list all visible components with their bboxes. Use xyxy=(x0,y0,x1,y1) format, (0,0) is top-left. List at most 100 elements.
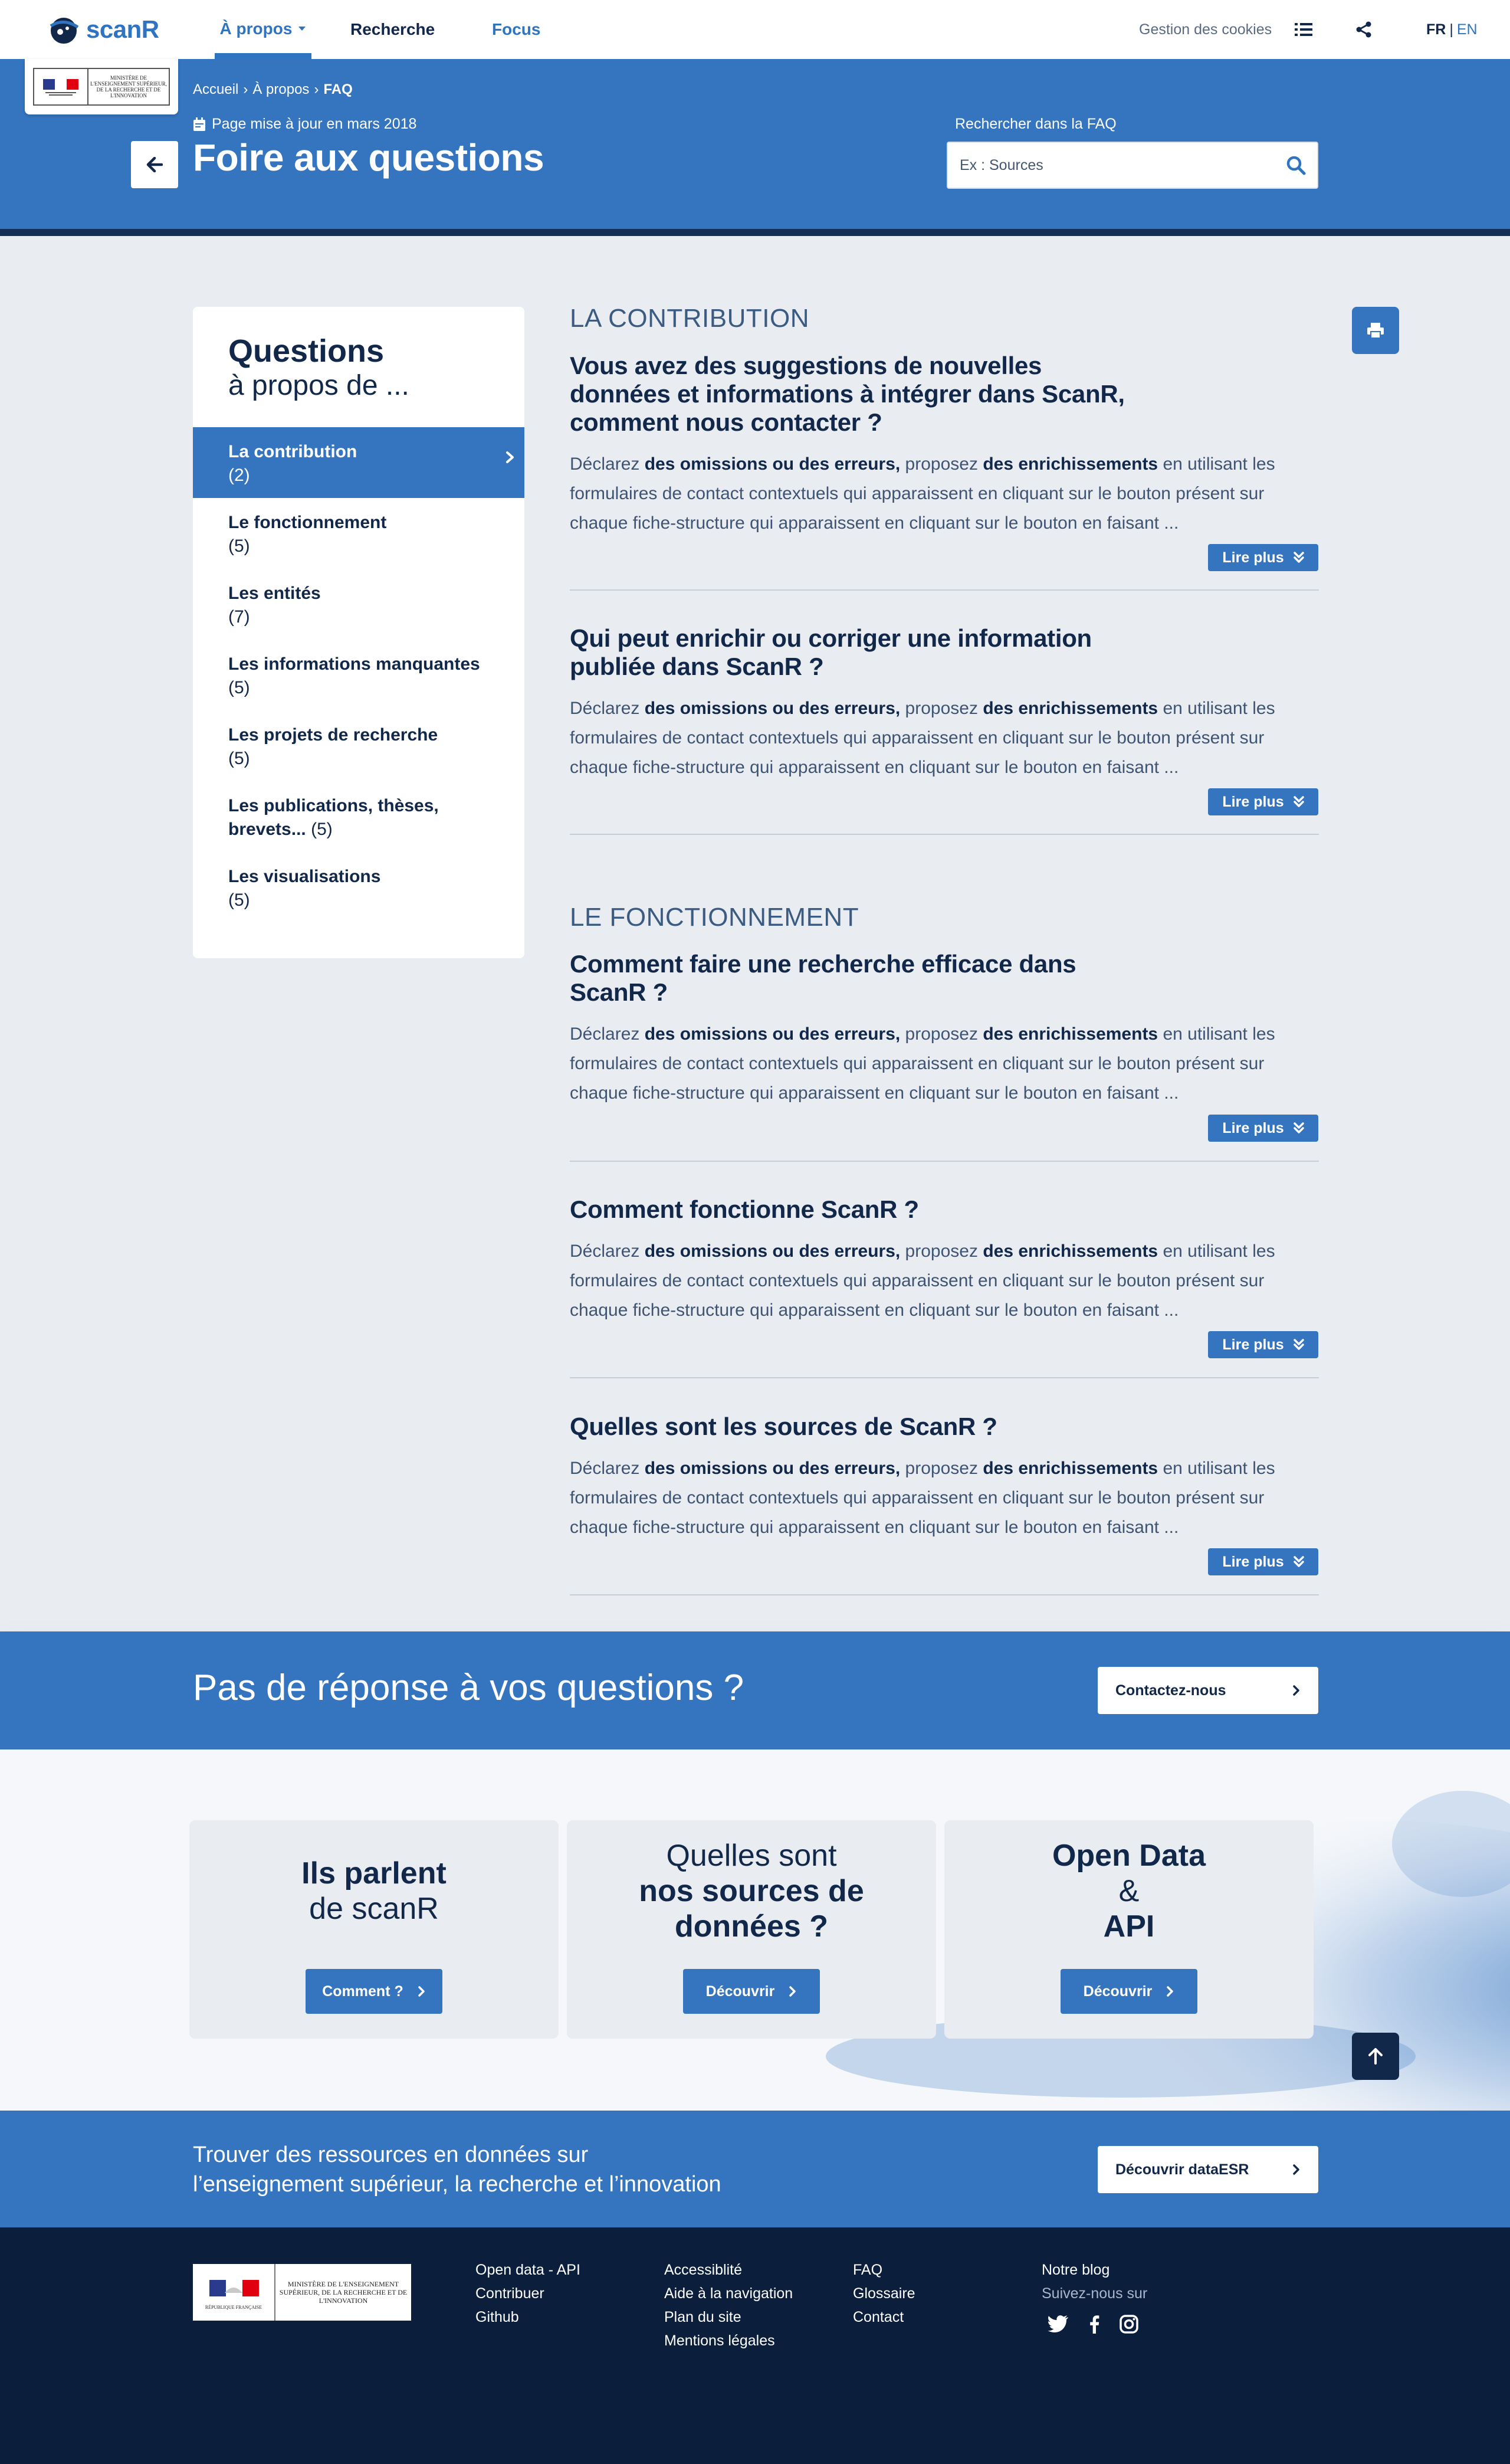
card-title: Open Data xyxy=(1052,1839,1206,1873)
answer-text: Déclarez xyxy=(570,1024,645,1044)
share-icon[interactable] xyxy=(1353,19,1374,40)
footer-link[interactable]: Github xyxy=(475,2305,580,2329)
dataesr-button[interactable]: Découvrir dataESR xyxy=(1098,2146,1318,2193)
social-links xyxy=(1048,2315,1138,2334)
chevron-right-icon xyxy=(418,1985,426,1997)
instagram-icon[interactable] xyxy=(1120,2315,1138,2334)
read-more-label: Lire plus xyxy=(1222,793,1284,810)
sidebar-item-count: (5) xyxy=(228,678,250,697)
footer-column-4: Notre blog Suivez-nous sur xyxy=(1042,2258,1147,2305)
read-more-button[interactable]: Lire plus xyxy=(1208,788,1318,815)
answer-text: proposez xyxy=(900,1024,983,1044)
double-chevron-down-icon xyxy=(1293,1339,1304,1351)
faq-question[interactable]: Qui peut enrichir ou corriger une inform… xyxy=(570,624,1136,681)
read-more-button[interactable]: Lire plus xyxy=(1208,1331,1318,1358)
list-icon[interactable] xyxy=(1293,19,1314,40)
card-open-data: Open Data & API Découvrir xyxy=(944,1820,1314,2039)
faq-question[interactable]: Quelles sont les sources de ScanR ? xyxy=(570,1413,1136,1441)
breadcrumb-separator: › xyxy=(314,81,319,97)
sidebar-item-publications[interactable]: Les publications, thèses, brevets... (5) xyxy=(193,781,524,852)
search-icon[interactable] xyxy=(1285,155,1307,176)
faq-question[interactable]: Comment fonctionne ScanR ? xyxy=(570,1195,1136,1224)
sidebar-title: Questions xyxy=(228,333,385,369)
question-divider xyxy=(570,1377,1319,1378)
chevron-right-icon xyxy=(1292,2164,1301,2175)
footer-link[interactable]: Contact xyxy=(853,2305,915,2329)
arrow-left-icon xyxy=(146,157,163,172)
sidebar-item-label: Les entités xyxy=(228,584,321,603)
sidebar-item-visualisations[interactable]: Les visualisations (5) xyxy=(193,852,524,923)
footer-ministry-logo[interactable]: RÉPUBLIQUE FRANÇAISE MINISTÈRE DE L'ENSE… xyxy=(193,2264,411,2321)
sidebar-item-count: (5) xyxy=(311,820,333,839)
sidebar-item-count: (5) xyxy=(228,749,250,768)
faq-search xyxy=(947,142,1318,189)
sidebar-item-informations-manquantes[interactable]: Les informations manquantes (5) xyxy=(193,640,524,710)
footer-link[interactable]: Mentions légales xyxy=(664,2329,793,2352)
breadcrumb-apropos[interactable]: À propos xyxy=(252,81,309,98)
arrow-up-icon xyxy=(1368,2048,1383,2065)
search-input[interactable] xyxy=(948,143,1278,188)
breadcrumb-home[interactable]: Accueil xyxy=(193,81,238,98)
sidebar-item-contribution[interactable]: La contribution (2) xyxy=(193,427,524,498)
card-button-comment[interactable]: Comment ? xyxy=(306,1969,442,2014)
footer-blog-link[interactable]: Notre blog xyxy=(1042,2258,1147,2282)
facebook-icon[interactable] xyxy=(1089,2315,1099,2334)
page-header: MINISTÈRE DE L'ENSEIGNEMENT SUPÉRIEUR, D… xyxy=(0,59,1510,236)
card-button-decouvrir-sources[interactable]: Découvrir xyxy=(683,1969,820,2014)
answer-text: Déclarez xyxy=(570,1241,645,1261)
nav-focus[interactable]: Focus xyxy=(492,0,540,59)
footer-link[interactable]: Plan du site xyxy=(664,2305,793,2329)
back-to-top-button[interactable] xyxy=(1352,2033,1399,2080)
chevron-right-icon xyxy=(505,451,515,464)
nav-recherche[interactable]: Recherche xyxy=(350,0,435,59)
faq-question[interactable]: Comment faire une recherche efficace dan… xyxy=(570,950,1136,1007)
answer-emphasis: des omissions ou des erreurs, xyxy=(644,699,901,718)
sidebar-item-entites[interactable]: Les entités (7) xyxy=(193,569,524,640)
dataesr-button-label: Découvrir dataESR xyxy=(1115,2161,1249,2178)
answer-text: proposez xyxy=(900,454,983,474)
footer-link[interactable]: Open data - API xyxy=(475,2258,580,2282)
scanr-logo[interactable]: scanR xyxy=(47,13,159,46)
contact-question: Pas de réponse à vos questions ? xyxy=(193,1667,744,1708)
footer-link[interactable]: FAQ xyxy=(853,2258,915,2282)
sidebar-item-count: (5) xyxy=(228,890,250,910)
answer-emphasis: des omissions ou des erreurs, xyxy=(644,454,901,474)
question-divider xyxy=(570,1161,1319,1162)
contact-band: Pas de réponse à vos questions ? Contact… xyxy=(0,1631,1510,1749)
discover-cards-area: Ils parlent de scanR Comment ? Quelles s… xyxy=(0,1749,1510,2111)
read-more-button[interactable]: Lire plus xyxy=(1208,544,1318,571)
contact-button[interactable]: Contactez-nous xyxy=(1098,1667,1318,1714)
sidebar-item-projets[interactable]: Les projets de recherche (5) xyxy=(193,710,524,781)
footer-column-1: Open data - API Contribuer Github xyxy=(475,2258,580,2329)
lang-fr[interactable]: FR xyxy=(1426,21,1446,38)
footer-column-3: FAQ Glossaire Contact xyxy=(853,2258,915,2329)
sidebar-item-label: Le fonctionnement xyxy=(228,513,387,532)
footer-link[interactable]: Glossaire xyxy=(853,2282,915,2305)
read-more-button[interactable]: Lire plus xyxy=(1208,1115,1318,1142)
double-chevron-down-icon xyxy=(1293,796,1304,808)
lang-en[interactable]: EN xyxy=(1457,21,1478,38)
faq-question[interactable]: Vous avez des suggestions de nouvelles d… xyxy=(570,352,1136,437)
read-more-button[interactable]: Lire plus xyxy=(1208,1548,1318,1575)
card-button-decouvrir-api[interactable]: Découvrir xyxy=(1061,1969,1197,2014)
sidebar-item-count: (7) xyxy=(228,607,250,627)
cookies-link[interactable]: Gestion des cookies xyxy=(1139,0,1272,59)
lang-separator: | xyxy=(1449,21,1453,38)
follow-label: Suivez-nous sur xyxy=(1042,2285,1148,2302)
search-label: Rechercher dans la FAQ xyxy=(955,116,1117,132)
back-button[interactable] xyxy=(131,141,178,188)
twitter-icon[interactable] xyxy=(1048,2315,1069,2334)
footer-link[interactable]: Aide à la navigation xyxy=(664,2282,793,2305)
ministry-logo[interactable]: MINISTÈRE DE L'ENSEIGNEMENT SUPÉRIEUR, D… xyxy=(25,59,178,114)
read-more-label: Lire plus xyxy=(1222,1553,1284,1570)
nav-apropos[interactable]: À propos xyxy=(215,0,311,59)
sidebar-item-fonctionnement[interactable]: Le fonctionnement (5) xyxy=(193,498,524,569)
card-title: Ils parlent xyxy=(301,1856,447,1890)
answer-text: Déclarez xyxy=(570,699,645,718)
sidebar-item-label: Les visualisations xyxy=(228,867,381,886)
print-button[interactable] xyxy=(1352,307,1399,354)
footer-link[interactable]: Accessiblité xyxy=(664,2258,793,2282)
faq-answer-excerpt: Déclarez des omissions ou des erreurs, p… xyxy=(570,694,1319,782)
footer-link[interactable]: Contribuer xyxy=(475,2282,580,2305)
answer-emphasis: des omissions ou des erreurs, xyxy=(644,1241,901,1261)
